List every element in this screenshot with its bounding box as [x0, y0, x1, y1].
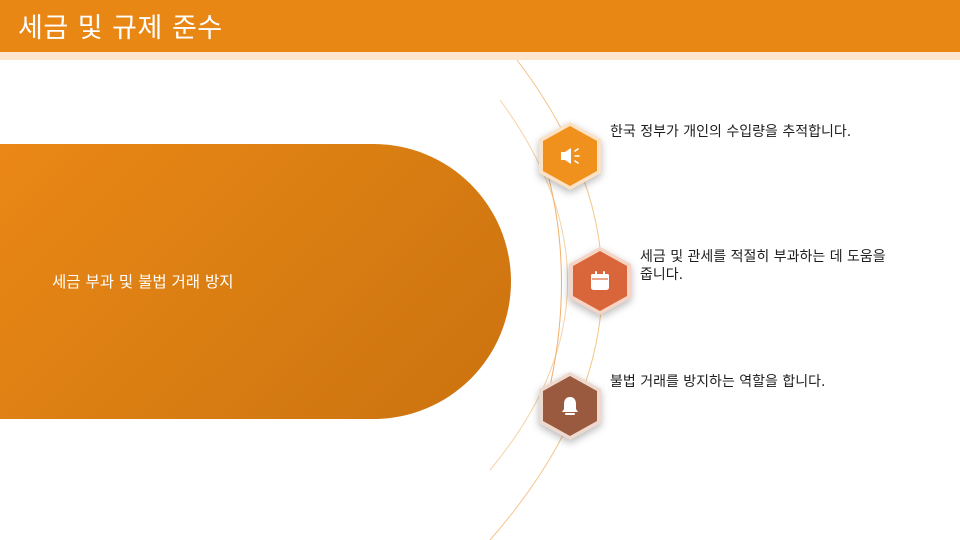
- calendar-icon: [587, 268, 613, 294]
- hex-badge-1: [537, 121, 603, 191]
- megaphone-icon: [557, 143, 583, 169]
- item-text-1: 한국 정부가 개인의 수입량을 추적합니다.: [610, 124, 852, 140]
- item-text-2: 세금 및 관세를 적절히 부과하는 데 도움을 줍니다.: [640, 249, 886, 283]
- hex-badge-2: [567, 246, 633, 316]
- summary-text: 세금 부과 및 불법 거래 방지: [52, 273, 234, 291]
- hex-badge-3: [537, 371, 603, 441]
- connector-arc: [547, 174, 562, 396]
- item-text-3: 불법 거래를 방지하는 역할을 합니다.: [610, 374, 826, 390]
- bell-icon: [557, 393, 583, 419]
